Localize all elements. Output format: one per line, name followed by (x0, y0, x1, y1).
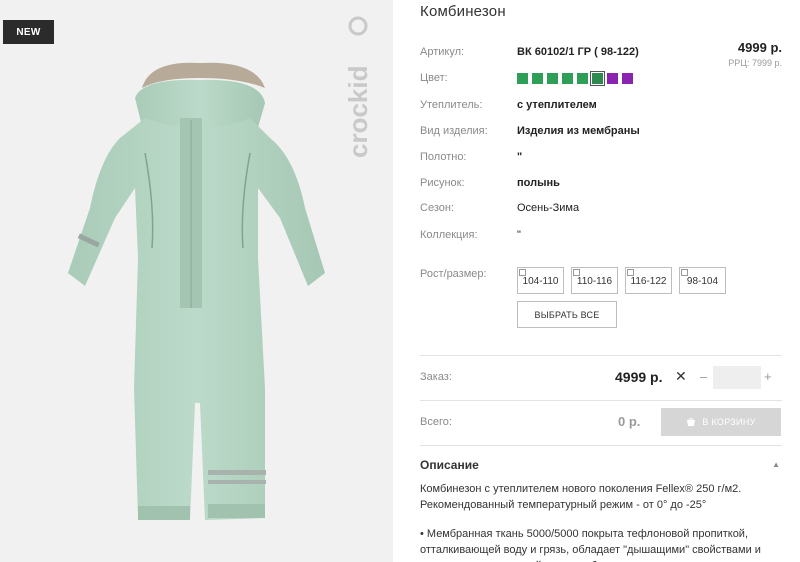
attr-value: ВК 60102/1 ГР ( 98-122) (517, 46, 639, 58)
order-label: Заказ: (420, 371, 452, 383)
attr-article: Артикул: ВК 60102/1 ГР ( 98-122) (420, 46, 639, 58)
attr-label: Утеплитель: (420, 99, 483, 111)
attr-value: Осень-Зима (517, 202, 580, 214)
product-photo[interactable]: NEW crockid (0, 0, 393, 562)
select-all-button[interactable]: ВЫБРАТЬ ВСЕ (517, 301, 617, 328)
total-label: Всего: (420, 416, 452, 428)
attr-label: Артикул: (420, 46, 465, 58)
color-swatch[interactable] (547, 73, 558, 84)
jumpsuit-image (68, 62, 325, 520)
new-badge: NEW (3, 20, 54, 44)
attr-label: Коллекция: (420, 229, 478, 241)
color-swatch[interactable] (622, 73, 633, 84)
size-checkbox-icon (519, 269, 526, 276)
attr-fabric: Полотно: " (420, 151, 522, 163)
product-price: 4999 р. (737, 40, 782, 55)
order-price: 4999 р. (615, 369, 663, 385)
size-label: 98-104 (686, 276, 719, 287)
color-swatch[interactable] (607, 73, 618, 84)
qty-plus-button[interactable]: + (764, 369, 772, 384)
attr-value: с утеплителем (517, 99, 597, 111)
color-swatch[interactable] (562, 73, 573, 84)
size-option[interactable]: 104-110 (517, 267, 564, 294)
attr-value: полынь (517, 177, 560, 189)
attr-size: Рост/размер: (420, 268, 517, 280)
size-label: 116-122 (630, 276, 667, 287)
size-option[interactable]: 98-104 (679, 267, 726, 294)
quantity-input[interactable] (713, 366, 761, 389)
size-options: 104-110 110-116 116-122 98-104 (517, 267, 726, 294)
attr-season: Сезон: Осень-Зима (420, 202, 579, 214)
divider (420, 445, 782, 446)
attr-label: Цвет: (420, 72, 448, 84)
size-checkbox-icon (573, 269, 580, 276)
description-paragraph: • Мембранная ткань 5000/5000 покрыта теф… (420, 528, 761, 562)
description-text: Комбинезон с утеплителем нового поколени… (420, 481, 782, 562)
attr-label: Полотно: (420, 151, 467, 163)
rrp-price: РРЦ: 7999 р. (728, 58, 782, 68)
divider (420, 400, 782, 401)
size-checkbox-icon (681, 269, 688, 276)
brand-logo: crockid (343, 8, 377, 158)
size-label: 104-110 (522, 276, 559, 287)
times-icon: ✕ (675, 368, 687, 384)
color-swatch[interactable] (517, 73, 528, 84)
attr-value: " (517, 229, 521, 241)
attr-pattern: Рисунок: полынь (420, 177, 560, 189)
description-title[interactable]: Описание (420, 458, 479, 472)
size-label: 110-116 (576, 276, 613, 287)
attr-type: Вид изделия: Изделия из мембраны (420, 125, 640, 137)
size-checkbox-icon (627, 269, 634, 276)
description-paragraph: Комбинезон с утеплителем нового поколени… (420, 483, 742, 511)
attr-label: Рост/размер: (420, 268, 487, 280)
attr-collection: Коллекция: " (420, 229, 521, 241)
attr-label: Рисунок: (420, 177, 465, 189)
attr-insulation: Утеплитель: с утеплителем (420, 99, 597, 111)
collapse-caret-icon[interactable]: ▲ (772, 460, 780, 469)
attr-color: Цвет: (420, 72, 517, 84)
color-swatches (517, 71, 633, 86)
total-value: 0 р. (618, 414, 641, 429)
size-option[interactable]: 110-116 (571, 267, 618, 294)
product-info: Комбинезон 4999 р. РРЦ: 7999 р. Артикул:… (420, 0, 782, 562)
attr-label: Сезон: (420, 202, 454, 214)
product-title: Комбинезон (420, 3, 506, 20)
attr-label: Вид изделия: (420, 125, 488, 137)
color-swatch[interactable] (532, 73, 543, 84)
color-swatch[interactable] (577, 73, 588, 84)
size-option[interactable]: 116-122 (625, 267, 672, 294)
qty-minus-button[interactable]: – (700, 369, 707, 384)
svg-text:crockid: crockid (343, 66, 373, 159)
basket-icon (687, 418, 696, 426)
attr-value: Изделия из мембраны (517, 125, 640, 137)
add-to-cart-button[interactable]: В КОРЗИНУ (661, 408, 781, 436)
attr-value: " (517, 151, 523, 163)
divider (420, 355, 782, 356)
add-to-cart-label: В КОРЗИНУ (702, 417, 756, 427)
color-swatch[interactable] (590, 71, 605, 86)
